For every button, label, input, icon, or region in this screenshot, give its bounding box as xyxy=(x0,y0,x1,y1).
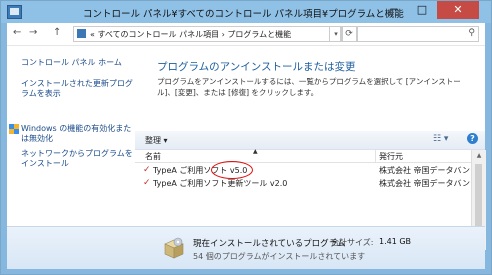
close-button[interactable]: ✕ xyxy=(437,1,479,19)
total-size-value: 1.41 GB xyxy=(379,237,412,246)
installed-programs-count: 54 個のプログラムがインストールされています xyxy=(193,252,366,261)
sidebar-item-control-panel-home[interactable]: コントロール パネル ホーム xyxy=(21,58,139,68)
toolbar: 整理 ▾ ☷ ▾ ? xyxy=(135,131,485,150)
up-button[interactable]: ↑ xyxy=(53,27,61,38)
total-size-label: 合計サイズ: xyxy=(331,238,374,247)
program-publisher: 株式会社 帝国データバンク xyxy=(379,179,478,188)
scroll-up-button[interactable]: ▲ xyxy=(472,150,486,162)
installer-icon: ✓ xyxy=(143,178,151,188)
maximize-button[interactable]: □ xyxy=(409,1,435,19)
forward-button[interactable]: → xyxy=(29,27,37,38)
column-header-publisher[interactable]: 発行元 xyxy=(379,151,403,162)
list-header: 名前 ▲ 発行元 xyxy=(135,148,471,163)
navigation-bar: ← → ↑ « すべてのコントロール パネル項目 › プログラムと機能 ▾ ⟳ … xyxy=(7,23,485,46)
window-title: コントロール パネル¥すべてのコントロール パネル項目¥プログラムと機能 xyxy=(83,9,404,20)
client-area: ← → ↑ « すべてのコントロール パネル項目 › プログラムと機能 ▾ ⟳ … xyxy=(7,23,486,269)
table-row[interactable]: ✓ TypeA ご利用ソフト更新ツール v2.0 株式会社 帝国データバンク xyxy=(135,177,478,189)
installed-programs-title: 現在インストールされているプログラム xyxy=(193,239,346,249)
sidebar-item-install-from-network[interactable]: ネットワークからプログラムをインストール xyxy=(21,149,139,169)
shield-icon xyxy=(9,124,19,134)
search-icon[interactable]: ⚲ xyxy=(468,28,475,38)
sidebar-item-view-updates[interactable]: インストールされた更新プログラムを表示 xyxy=(21,79,139,99)
minimize-button[interactable]: ─ xyxy=(381,1,407,19)
address-bar[interactable]: « すべてのコントロール パネル項目 › プログラムと機能 xyxy=(73,26,341,42)
vertical-scroll-thumb[interactable] xyxy=(475,164,482,234)
page-description: プログラムをアンインストールするには、一覧からプログラムを選択して [アンインス… xyxy=(157,77,461,97)
column-header-name[interactable]: 名前 xyxy=(145,151,161,162)
address-path: « すべてのコントロール パネル項目 › プログラムと機能 xyxy=(90,30,292,39)
program-publisher: 株式会社 帝国データバンク xyxy=(379,166,478,175)
sort-ascending-icon: ▲ xyxy=(253,148,258,155)
control-panel-icon xyxy=(7,5,22,19)
control-panel-icon xyxy=(77,29,86,38)
organize-button[interactable]: 整理 ▾ xyxy=(145,135,168,146)
back-button[interactable]: ← xyxy=(13,27,21,38)
window: コントロール パネル¥すべてのコントロール パネル項目¥プログラムと機能 ─ □… xyxy=(0,0,492,275)
help-button[interactable]: ? xyxy=(467,133,478,144)
title-bar[interactable]: コントロール パネル¥すべてのコントロール パネル項目¥プログラムと機能 ─ □… xyxy=(1,1,491,23)
programs-box-icon xyxy=(164,237,184,259)
table-row[interactable]: ✓ TypeA ご利用ソフト v5.0 株式会社 帝国データバンク xyxy=(135,161,478,179)
search-input[interactable]: ⚲ xyxy=(357,26,479,42)
installer-icon: ✓ xyxy=(143,165,151,175)
column-divider[interactable] xyxy=(375,150,376,162)
refresh-button[interactable]: ⟳ xyxy=(341,26,357,42)
program-name: TypeA ご利用ソフト更新ツール v2.0 xyxy=(153,179,288,188)
sidebar-item-windows-features[interactable]: Windows の機能の有効化または無効化 xyxy=(21,124,139,144)
view-options-button[interactable]: ☷ ▾ xyxy=(433,134,448,144)
details-pane: 現在インストールされているプログラム 合計サイズ: 1.41 GB 54 個のプ… xyxy=(7,226,485,269)
page-title: プログラムのアンインストールまたは変更 xyxy=(157,61,356,73)
